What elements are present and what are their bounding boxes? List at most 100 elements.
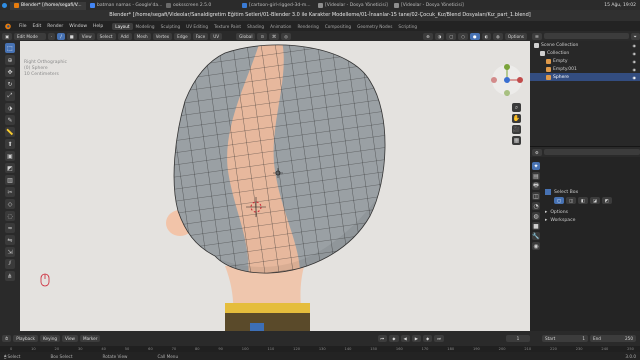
editor-type-button[interactable]: ▣: [2, 32, 12, 40]
knife-tool-icon[interactable]: ✂: [5, 187, 15, 197]
pivot-icon[interactable]: ⊙: [257, 32, 267, 40]
workspace-tab-animation[interactable]: Animation: [267, 23, 294, 30]
proportional-edit-icon[interactable]: ◎: [281, 32, 291, 40]
scale-tool-icon[interactable]: ⤢: [5, 91, 15, 101]
visibility-eye-icon[interactable]: ◉: [633, 51, 637, 56]
modifier-tab-icon[interactable]: 🔧: [532, 232, 540, 240]
menu-render[interactable]: Render: [44, 24, 66, 29]
end-frame-field[interactable]: End 250: [590, 335, 636, 342]
outliner-item[interactable]: Scene Collection ◉: [530, 41, 640, 49]
workspace-tab-geometry-nodes[interactable]: Geometry Nodes: [354, 23, 395, 30]
scene-tab-icon[interactable]: ◔: [532, 202, 540, 210]
outliner-item[interactable]: Sphere ◉: [530, 73, 640, 81]
poly-build-tool-icon[interactable]: ◇: [5, 199, 15, 209]
outliner-search-input[interactable]: [543, 33, 629, 39]
3d-viewport[interactable]: Right Orthographic (0) Sphere 10 Centime…: [20, 41, 530, 331]
workspace-tab-shading[interactable]: Shading: [244, 23, 267, 30]
perspective-toggle-icon[interactable]: ▦: [512, 136, 521, 145]
play-icon[interactable]: ▶: [411, 335, 421, 342]
head-mesh[interactable]: [20, 41, 530, 331]
vertex-select-mode[interactable]: ·: [47, 32, 56, 40]
subtract-selection-icon[interactable]: ◧: [577, 196, 588, 204]
render-properties-tab-icon[interactable]: ▤: [532, 172, 540, 180]
shear-tool-icon[interactable]: ⫽: [5, 259, 15, 269]
taskbar-tab[interactable]: [Videolar - Dosya Yöneticisi]: [390, 2, 466, 10]
loop-cut-tool-icon[interactable]: ▥: [5, 175, 15, 185]
properties-type-icon[interactable]: ⚙: [532, 148, 542, 156]
spin-tool-icon[interactable]: ◌: [5, 211, 15, 221]
workspace-tab-texture-paint[interactable]: Texture Paint: [211, 23, 244, 30]
material-tab-icon[interactable]: ◉: [532, 242, 540, 250]
workspace-tab-compositing[interactable]: Compositing: [322, 23, 354, 30]
extend-selection-icon[interactable]: ◫: [565, 196, 576, 204]
app-menu-icon[interactable]: [0, 2, 10, 10]
outliner-item[interactable]: Collection ◉: [530, 49, 640, 57]
options-section[interactable]: ▸ Options: [545, 208, 640, 216]
options-button[interactable]: Options: [504, 32, 527, 40]
jump-start-icon[interactable]: ⏮: [377, 335, 388, 342]
workspace-tab-scripting[interactable]: Scripting: [395, 23, 420, 30]
orientation-selector[interactable]: Global: [236, 32, 256, 40]
rotate-tool-icon[interactable]: ↻: [5, 79, 15, 89]
visibility-eye-icon[interactable]: ◉: [633, 43, 637, 48]
taskbar-tab[interactable]: [cartoon-girl-rigged-3d-m...: [238, 2, 314, 10]
visibility-eye-icon[interactable]: ◉: [633, 59, 637, 64]
measure-tool-icon[interactable]: 📏: [5, 127, 15, 137]
menu-help[interactable]: Help: [90, 24, 106, 29]
inset-tool-icon[interactable]: ▣: [5, 151, 15, 161]
taskbar-tab[interactable]: batman namas - Google'da...: [86, 2, 162, 10]
mode-selector[interactable]: Edit Mode: [13, 32, 46, 40]
xray-toggle-icon[interactable]: ▢: [446, 32, 457, 40]
viewport-menu-add[interactable]: Add: [117, 32, 132, 40]
visibility-eye-icon[interactable]: ◉: [633, 75, 637, 80]
outliner-item[interactable]: Empty ◉: [530, 57, 640, 65]
taskbar-tab[interactable]: ooksscreen 2.5.0: [162, 2, 238, 10]
workspace-tab-sculpting[interactable]: Sculpting: [158, 23, 184, 30]
timeline-menu-playback[interactable]: Playback: [13, 335, 38, 342]
gizmo-toggle-icon[interactable]: ⊕: [423, 32, 433, 40]
timeline-menu-keying[interactable]: Keying: [39, 335, 61, 342]
overlay-toggle-icon[interactable]: ◑: [434, 32, 445, 40]
face-select-mode[interactable]: ■: [66, 32, 77, 40]
view-layer-tab-icon[interactable]: ◫: [532, 192, 540, 200]
properties-search-input[interactable]: [543, 149, 640, 155]
cursor-tool-icon[interactable]: ⊕: [5, 55, 15, 65]
workspace-tab-modeling[interactable]: Modeling: [133, 23, 158, 30]
zoom-icon[interactable]: ⌕: [512, 103, 521, 112]
set-new-selection-icon[interactable]: ▢: [554, 196, 564, 204]
viewport-menu-uv[interactable]: UV: [210, 32, 223, 40]
menu-file[interactable]: File: [16, 24, 30, 29]
outliner-display-mode-icon[interactable]: ☰: [532, 32, 542, 40]
difference-selection-icon[interactable]: ◪: [589, 196, 600, 204]
transform-tool-icon[interactable]: ⬗: [5, 103, 15, 113]
viewport-menu-vertex[interactable]: Vertex: [152, 32, 173, 40]
viewport-menu-edge[interactable]: Edge: [174, 32, 191, 40]
jump-end-icon[interactable]: ⏭: [434, 335, 444, 342]
menu-edit[interactable]: Edit: [30, 24, 45, 29]
prev-keyframe-icon[interactable]: ◆: [389, 335, 399, 342]
visibility-eye-icon[interactable]: ◉: [633, 67, 637, 72]
extrude-tool-icon[interactable]: ⬆: [5, 139, 15, 149]
outliner-item[interactable]: Empty.001 ◉: [530, 65, 640, 73]
start-frame-field[interactable]: Start 1: [542, 335, 588, 342]
edge-select-mode[interactable]: /: [57, 32, 65, 40]
rendered-shading-icon[interactable]: ◍: [493, 32, 503, 40]
world-tab-icon[interactable]: ◍: [532, 212, 540, 220]
current-frame-field[interactable]: 1: [506, 335, 530, 342]
camera-view-icon[interactable]: 🎥: [512, 125, 521, 134]
timeline-menu-view[interactable]: View: [62, 335, 78, 342]
snap-icon[interactable]: ⌘: [269, 32, 280, 40]
workspace-tab-uv-editing[interactable]: UV Editing: [183, 23, 211, 30]
viewport-menu-mesh[interactable]: Mesh: [133, 32, 151, 40]
select-box-tool-icon[interactable]: ⬚: [5, 43, 15, 53]
taskbar-tab[interactable]: [Videolar - Dosya Yöneticisi]: [314, 2, 390, 10]
material-shading-icon[interactable]: ◐: [481, 32, 492, 40]
workspace-tab-layout[interactable]: Layout: [112, 22, 133, 30]
play-reverse-icon[interactable]: ◀: [400, 335, 410, 342]
viewport-menu-select[interactable]: Select: [96, 32, 116, 40]
viewport-menu-view[interactable]: View: [78, 32, 95, 40]
tool-properties-tab-icon[interactable]: ✦: [532, 162, 540, 170]
workspace-section[interactable]: ▸ Workspace: [545, 216, 640, 224]
timeline-editor-icon[interactable]: ⏱: [2, 335, 12, 342]
menu-window[interactable]: Window: [66, 24, 90, 29]
